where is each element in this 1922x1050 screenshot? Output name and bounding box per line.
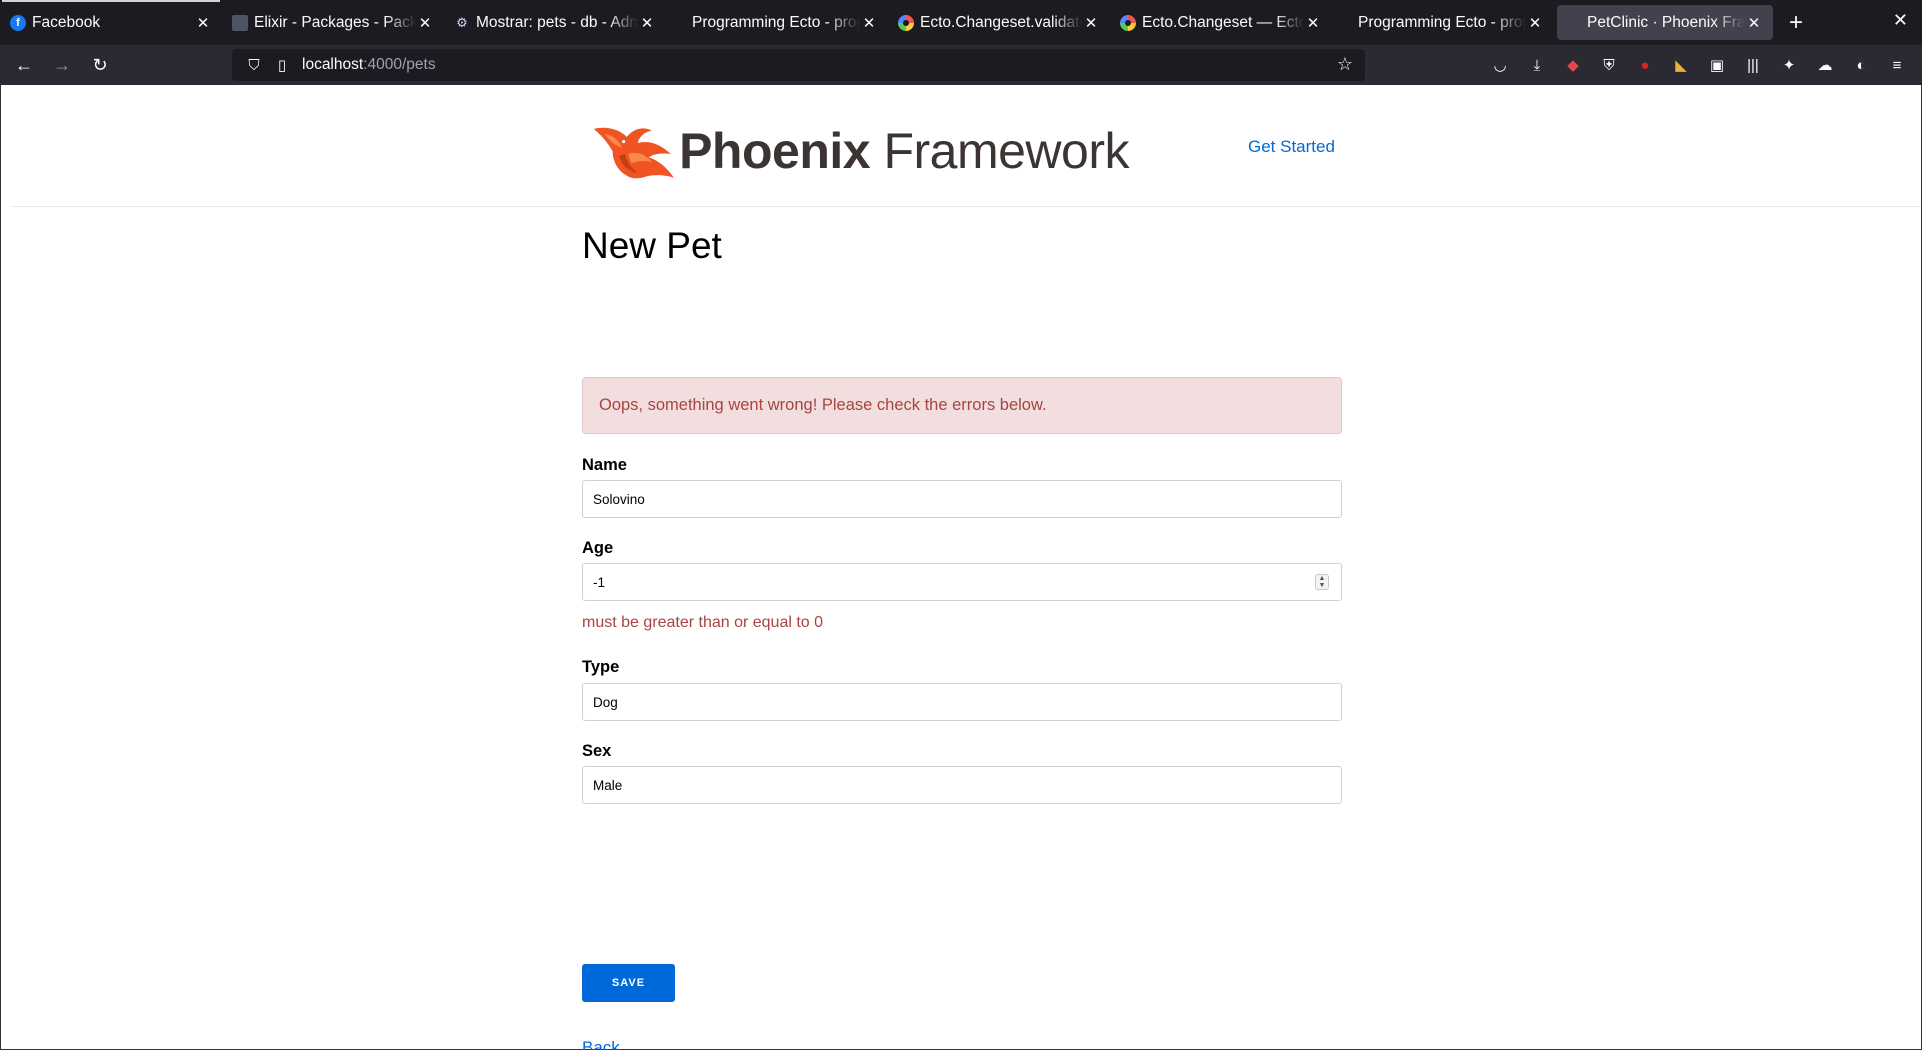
close-icon[interactable]: ✕	[638, 14, 656, 32]
name-input[interactable]: Solovino	[582, 480, 1342, 518]
error-alert: Oops, something went wrong! Please check…	[582, 377, 1342, 434]
extension-icon[interactable]: ☁	[1814, 54, 1836, 76]
hexdocs-icon	[898, 14, 914, 31]
facebook-icon: f	[10, 14, 26, 31]
download-icon[interactable]: ⤓	[1526, 54, 1548, 76]
url-path: :4000/pets	[363, 56, 436, 73]
page-icon: ▯	[277, 57, 287, 74]
tab-title: Programming Ecto - program	[1358, 13, 1526, 31]
age-input[interactable]: -1 ▲ ▼	[582, 563, 1342, 601]
tab-title: PetClinic · Phoenix Framework	[1587, 13, 1745, 31]
extension-icon[interactable]: ◆	[1562, 54, 1584, 76]
pocket-icon[interactable]: ◡	[1489, 54, 1511, 76]
adminer-icon: ⚙	[456, 14, 468, 30]
navigation-toolbar: ← → ↻ ⛉ ▯ localhost:4000/pets ☆ ◡ ⤓ ◆ ⛨ …	[0, 45, 1922, 85]
tab-petclinic[interactable]: PetClinic · Phoenix Framework ✕	[1557, 5, 1773, 40]
tab-adminer[interactable]: ⚙ Mostrar: pets - db - Admin ✕	[444, 0, 666, 45]
page-title: New Pet	[582, 225, 722, 266]
stepper-icon[interactable]: ▲ ▼	[1315, 574, 1329, 590]
sex-label: Sex	[582, 742, 612, 760]
bookmark-star-icon[interactable]: ☆	[1337, 54, 1353, 75]
age-label: Age	[582, 539, 614, 557]
get-started-link[interactable]: Get Started	[1248, 137, 1335, 157]
reload-icon[interactable]: ↻	[82, 49, 118, 81]
tab-title: Programming Ecto - program	[692, 13, 860, 31]
close-icon[interactable]: ✕	[1526, 14, 1544, 32]
tab-validate-number[interactable]: Ecto.Changeset.validate_nu ✕	[888, 0, 1110, 45]
name-label: Name	[582, 456, 627, 474]
extension-icon[interactable]: ◐	[1850, 54, 1872, 76]
brand-bold: Phoenix	[679, 123, 871, 179]
type-label: Type	[582, 658, 620, 676]
hexdocs-icon	[1120, 14, 1136, 31]
sex-value: Male	[593, 777, 623, 793]
site-header: Phoenix Framework Get Started	[11, 85, 1921, 207]
menu-icon[interactable]: ≡	[1886, 54, 1908, 76]
back-link[interactable]: Back	[582, 1038, 620, 1050]
phoenix-bird-icon	[593, 127, 674, 179]
brand-light: Framework	[883, 123, 1129, 179]
tab-ecto-changeset[interactable]: Ecto.Changeset — Ecto v3 ✕	[1110, 0, 1332, 45]
window-close-icon[interactable]: ✕	[1893, 10, 1908, 31]
tab-title: Elixir - Packages - Package	[254, 13, 416, 31]
close-icon[interactable]: ✕	[1082, 14, 1100, 32]
tab-programming-ecto[interactable]: Programming Ecto - program ✕	[666, 0, 888, 45]
phoenix-logo[interactable]: Phoenix Framework	[589, 111, 1129, 191]
age-value: -1	[593, 574, 606, 590]
package-icon	[232, 14, 248, 31]
extension-icon[interactable]: ◣	[1670, 54, 1692, 76]
save-button[interactable]: SAVE	[582, 964, 675, 1002]
shield-icon[interactable]: ⛉	[246, 57, 262, 74]
close-icon[interactable]: ✕	[416, 14, 434, 32]
library-icon[interactable]: |||	[1742, 54, 1764, 76]
bitwarden-icon[interactable]: ⛨	[1598, 54, 1620, 76]
age-error: must be greater than or equal to 0	[582, 614, 824, 631]
tab-title: Mostrar: pets - db - Admin	[476, 13, 638, 31]
sex-input[interactable]: Male	[582, 766, 1342, 804]
tab-title: Ecto.Changeset — Ecto v3	[1142, 13, 1304, 31]
tab-title: Ecto.Changeset.validate_nu	[920, 13, 1082, 31]
close-icon[interactable]: ✕	[1304, 14, 1322, 32]
forward-arrow-icon[interactable]: →	[44, 49, 80, 81]
extension-icon[interactable]: ✦	[1778, 54, 1800, 76]
back-arrow-icon[interactable]: ←	[6, 49, 42, 81]
tab-facebook[interactable]: f Facebook ✕	[0, 0, 222, 45]
address-bar[interactable]: ⛉ ▯ localhost:4000/pets ☆	[232, 49, 1365, 81]
tab-title: Facebook	[32, 13, 101, 31]
brand-name: Phoenix Framework	[679, 122, 1129, 180]
tab-programming-ecto-2[interactable]: Programming Ecto - program ✕	[1332, 0, 1554, 45]
close-icon[interactable]: ✕	[860, 14, 878, 32]
new-pet-form-section: New Pet Oops, something went wrong! Plea…	[582, 225, 1342, 1050]
close-icon[interactable]: ✕	[194, 14, 212, 32]
tab-elixir-packages[interactable]: Elixir - Packages - Package ✕	[222, 0, 444, 45]
extension-icon[interactable]: ▣	[1706, 54, 1728, 76]
name-value: Solovino	[593, 491, 645, 507]
tab-bar: f Facebook ✕ Elixir - Packages - Package…	[0, 0, 1922, 45]
close-icon[interactable]: ✕	[1745, 14, 1763, 32]
page-viewport: Phoenix Framework Get Started New Pet Oo…	[0, 85, 1922, 1050]
url-host: localhost	[302, 56, 364, 73]
type-value: Dog	[593, 694, 618, 710]
type-input[interactable]: Dog	[582, 683, 1342, 721]
ublock-icon[interactable]: ●	[1634, 54, 1656, 76]
new-tab-button[interactable]: +	[1776, 0, 1816, 45]
